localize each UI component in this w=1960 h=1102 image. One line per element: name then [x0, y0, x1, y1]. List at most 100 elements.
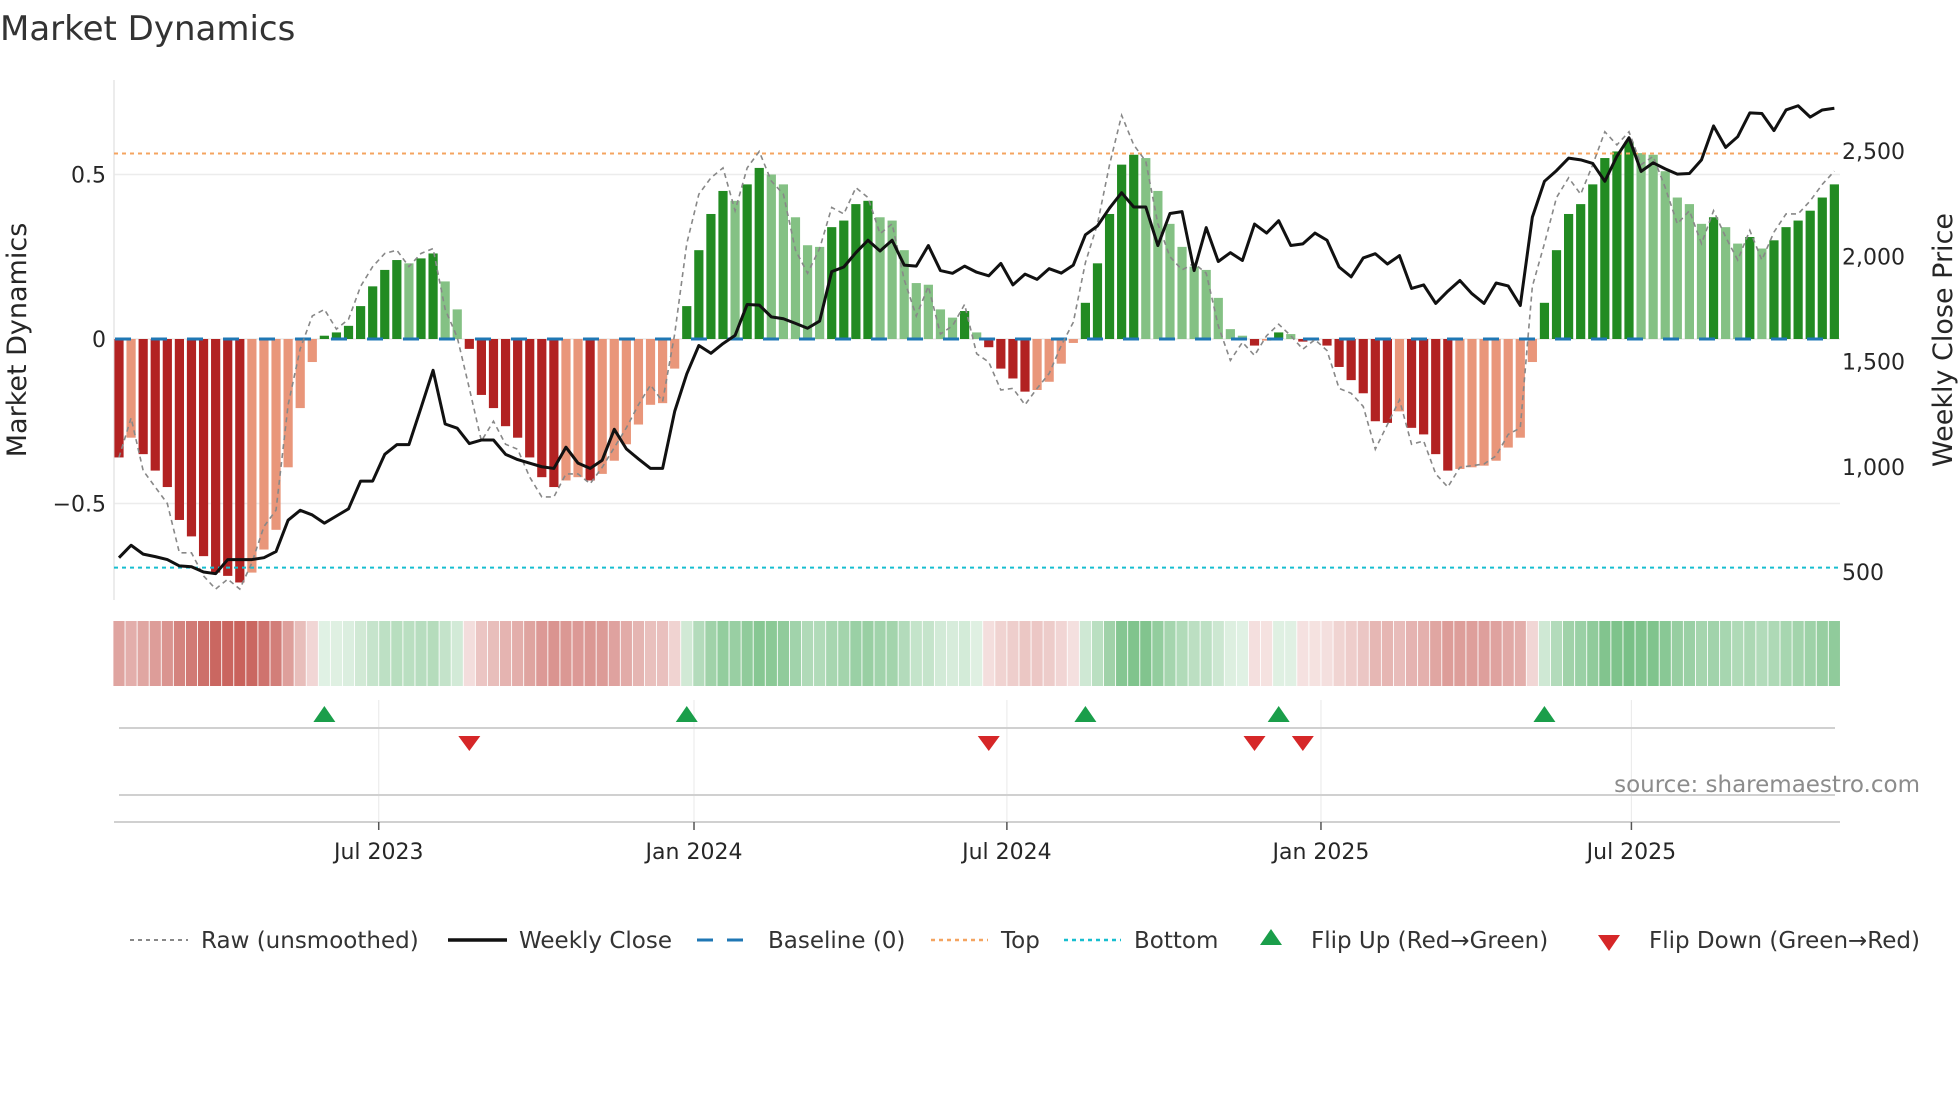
bar	[1201, 269, 1211, 339]
y-tick-label: 0.5	[71, 164, 106, 189]
regime-cell	[1405, 621, 1418, 686]
flip-down-marker	[1291, 736, 1314, 751]
regime-cell	[342, 621, 355, 686]
regime-cell	[1732, 621, 1744, 686]
regime-cell	[850, 621, 862, 686]
bar	[1370, 339, 1380, 422]
bar	[1539, 302, 1550, 339]
bar	[1576, 204, 1586, 339]
bar	[1020, 339, 1030, 392]
bar	[1455, 339, 1465, 469]
bar	[319, 335, 329, 339]
regime-cell	[874, 621, 886, 686]
regime-cell	[1635, 621, 1647, 686]
x-tick-label: Jan 2025	[1271, 840, 1370, 865]
regime-cell	[1116, 621, 1128, 686]
regime-cell	[1792, 621, 1804, 686]
legend-close-label: Weekly Close	[519, 928, 672, 954]
x-ticks: Jul 2023 Jan 2024 Jul 2024 Jan 2025 Jul 2025	[332, 822, 1676, 865]
y-right-tick-label: 2,000	[1842, 245, 1905, 270]
bar	[1793, 220, 1803, 339]
raw-series-line	[118, 112, 1835, 591]
regime-cell	[1393, 621, 1406, 686]
regime-cell	[173, 621, 185, 686]
bar	[1672, 197, 1682, 339]
flip-down-marker	[458, 736, 481, 751]
regime-cell	[1430, 621, 1442, 686]
bar	[1817, 197, 1827, 339]
x-tick-label: Jul 2024	[960, 840, 1052, 865]
regime-cell	[1309, 621, 1321, 686]
regime-cell	[451, 621, 463, 686]
bar	[1805, 210, 1815, 339]
bar	[525, 339, 535, 458]
bar	[1551, 250, 1562, 339]
regime-cell	[1575, 621, 1587, 686]
bar	[1068, 339, 1078, 343]
regime-cell	[983, 621, 995, 686]
regime-cell	[814, 621, 826, 686]
regime-cell	[1152, 621, 1164, 686]
regime-cell	[826, 621, 838, 686]
flip-down-marker	[977, 736, 1000, 751]
regime-cell	[1780, 621, 1792, 686]
regime-cell	[1273, 621, 1285, 686]
bar	[694, 250, 704, 339]
bar	[380, 269, 390, 339]
bar	[839, 220, 849, 339]
regime-cell	[149, 621, 161, 686]
bar	[500, 339, 511, 427]
regime-cell	[1357, 621, 1369, 686]
bar	[706, 213, 716, 339]
regime-cell	[1031, 621, 1043, 686]
source-label: source: sharemaestro.com	[1614, 772, 1920, 798]
bar	[778, 184, 788, 339]
regime-cell	[1695, 621, 1708, 686]
regime-cell	[1345, 621, 1357, 686]
flip-down-marker	[1243, 736, 1266, 751]
bar	[1829, 184, 1839, 339]
bar	[1624, 141, 1634, 339]
bar	[343, 325, 354, 339]
regime-cell	[995, 621, 1007, 686]
bar	[1636, 153, 1646, 339]
regime-cell	[512, 621, 524, 686]
bar	[996, 339, 1006, 369]
legend-baseline-label: Baseline (0)	[768, 928, 905, 954]
regime-cell	[1671, 621, 1683, 686]
y-right-tick-label: 1,000	[1842, 456, 1905, 481]
regime-cell	[1550, 621, 1563, 686]
regime-cell	[572, 621, 584, 686]
legend-top-label: Top	[1000, 928, 1040, 954]
regime-cell	[681, 621, 693, 686]
regime-cell	[1804, 621, 1816, 686]
regime-cell	[270, 621, 282, 686]
bar	[186, 339, 197, 537]
regime-cell	[1526, 621, 1538, 686]
bar	[1249, 339, 1260, 346]
regime-cell	[922, 621, 934, 686]
regime-cell	[1683, 621, 1695, 686]
regime-cell	[306, 621, 318, 686]
bar	[851, 204, 861, 339]
bar	[1527, 339, 1537, 363]
regime-cell	[644, 621, 657, 686]
bar	[682, 306, 692, 339]
flip-up-marker	[313, 706, 336, 722]
regime-cell	[1587, 621, 1599, 686]
legend-flip-down-icon	[1598, 935, 1620, 951]
bar	[1189, 266, 1199, 339]
regime-cell	[1285, 621, 1297, 686]
regime-cell	[355, 621, 367, 686]
regime-cell	[1490, 621, 1502, 686]
bar	[1044, 339, 1054, 382]
bar	[718, 190, 728, 339]
legend-flip-up-label: Flip Up (Red→Green)	[1311, 928, 1548, 954]
bar	[1141, 158, 1151, 339]
regime-cell	[608, 621, 620, 686]
bar	[1564, 213, 1574, 339]
regime-cell	[1236, 621, 1249, 686]
regime-cell	[536, 621, 548, 686]
bar	[1165, 223, 1175, 339]
y-axis-right-label: Weekly Close Price	[1928, 213, 1959, 467]
